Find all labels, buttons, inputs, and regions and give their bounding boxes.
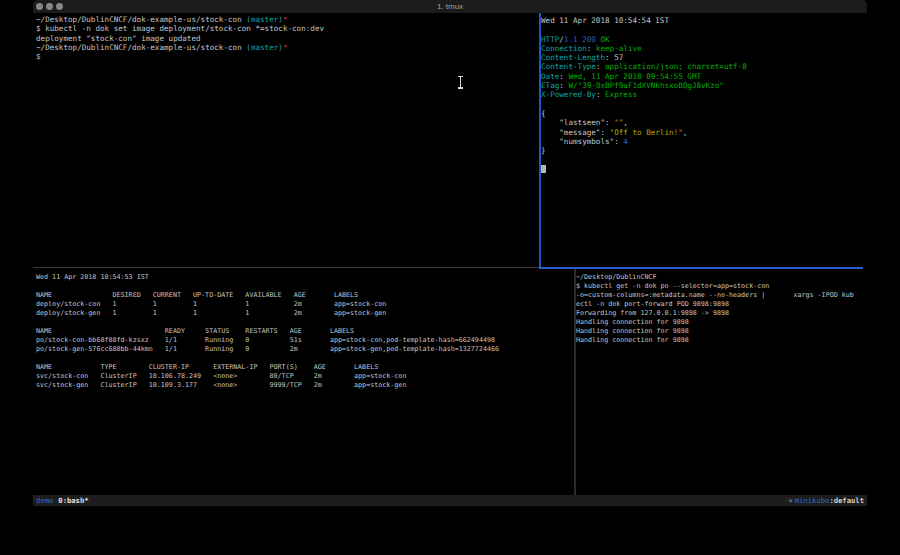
pane-border-horizontal-left[interactable] <box>33 267 539 268</box>
terminal-line: "message": "Off to Berlin!", <box>541 128 747 137</box>
terminal-line <box>541 155 747 164</box>
status-left: demo 0:bash* <box>36 496 89 505</box>
terminal-line: svc/stock-con ClusterIP 10.106.78.249 <n… <box>36 372 499 381</box>
terminal-line: "numsymbols": 4 <box>541 137 747 146</box>
terminal-line: ~/Desktop/DublinCNCF <box>576 273 854 282</box>
kube-context: minikube <box>795 496 830 505</box>
terminal-line: ~/Desktop/DublinCNCF/dok-example-us/stoc… <box>36 43 324 52</box>
terminal-line: Content-Type: application/json; charset=… <box>541 62 747 71</box>
terminal-line: Connection: keep-alive <box>541 44 747 53</box>
terminal-line: X-Powered-By: Express <box>541 90 747 99</box>
pane-border-vertical-top[interactable] <box>539 13 541 267</box>
zoom-button[interactable] <box>56 3 63 10</box>
window-titlebar[interactable]: 1. tmux <box>33 0 867 13</box>
terminal-line: NAME DESIRED CURRENT UP-TO-DATE AVAILABL… <box>36 291 499 300</box>
terminal-line: ectl -n dok port-forward POD 9898:9898 <box>576 300 854 309</box>
terminal-line: po/stock-gen-576cc688bb-44kmn 1/1 Runnin… <box>36 345 499 354</box>
pane-bottom-left[interactable]: Wed 11 Apr 2018 10:54:53 IST NAME DESIRE… <box>36 273 499 390</box>
terminal-line: } <box>541 146 747 155</box>
terminal-line: Wed 11 Apr 2018 10:54:53 IST <box>36 273 499 282</box>
close-button[interactable] <box>36 3 43 10</box>
pane-border-vertical-bottom[interactable] <box>574 269 576 495</box>
pane-top-left[interactable]: ~/Desktop/DublinCNCF/dok-example-us/stoc… <box>36 15 324 61</box>
terminal-line <box>36 354 499 363</box>
terminal-line: Handling connection for 9898 <box>576 318 854 327</box>
minimize-button[interactable] <box>46 3 53 10</box>
helm-wheel-icon: ⎈ <box>788 496 792 505</box>
traffic-lights <box>36 3 63 10</box>
terminal-line: Handling connection for 9898 <box>576 336 854 345</box>
pane-border-horizontal-right-active[interactable] <box>539 267 863 269</box>
kube-namespace: :default <box>829 496 864 505</box>
terminal-window: 1. tmux ~/Desktop/DublinCNCF/dok-example… <box>33 0 867 506</box>
status-right: ⎈minikube:default <box>788 496 864 505</box>
terminal-line: NAME READY STATUS RESTARTS AGE LABELS <box>36 327 499 336</box>
terminal-line <box>36 282 499 291</box>
terminal-line: svc/stock-gen ClusterIP 10.109.3.177 <no… <box>36 381 499 390</box>
terminal-line <box>541 165 747 174</box>
terminal-line: deploy/stock-con 1 1 1 1 2m app=stock-co… <box>36 300 499 309</box>
terminal-line: Forwarding from 127.0.0.1:9898 -> 9898 <box>576 309 854 318</box>
terminal-line: Content-Length: 57 <box>541 53 747 62</box>
session-name: demo <box>36 496 53 505</box>
terminal-line: Handling connection for 9898 <box>576 327 854 336</box>
terminal-line: Wed 11 Apr 2018 10:54:54 IST <box>541 16 747 25</box>
terminal-line: ~/Desktop/DublinCNCF/dok-example-us/stoc… <box>36 15 324 24</box>
terminal-line: ETag: W/"39-0xBPf9aF1dXVNkhsxoBQgJ8vKzo" <box>541 81 747 90</box>
window-title: 1. tmux <box>33 0 867 13</box>
block-cursor <box>541 165 546 174</box>
terminal-line: HTTP/1.1 200 OK <box>541 35 747 44</box>
terminal-line: NAME TYPE CLUSTER-IP EXTERNAL-IP PORT(S)… <box>36 363 499 372</box>
terminal-line: $ <box>36 52 324 61</box>
terminal-line: $ kubectl get -n dok po --selector=app=s… <box>576 282 854 291</box>
terminal-line: deploy/stock-gen 1 1 1 1 2m app=stock-ge… <box>36 309 499 318</box>
terminal-line <box>36 318 499 327</box>
terminal-line: "lastseen": "", <box>541 118 747 127</box>
terminal-line: { <box>541 109 747 118</box>
terminal-line <box>541 25 747 34</box>
tmux-status-bar: demo 0:bash* ⎈minikube:default <box>33 495 867 506</box>
terminal-line: Date: Wed, 11 Apr 2018 09:54:55 GMT <box>541 72 747 81</box>
terminal-line: $ kubectl -n dok set image deployment/st… <box>36 24 324 33</box>
mouse-ibeam-cursor <box>458 76 463 89</box>
terminal-line <box>541 100 747 109</box>
terminal-line: deployment "stock-con" image updated <box>36 34 324 43</box>
tmux-terminal: ~/Desktop/DublinCNCF/dok-example-us/stoc… <box>33 13 867 495</box>
terminal-line: -o=custom-columns=:metadata.name --no-he… <box>576 291 854 300</box>
terminal-line: po/stock-con-bb68f88fd-kzsxz 1/1 Running… <box>36 336 499 345</box>
window-tab-bash[interactable]: 0:bash* <box>58 496 88 505</box>
pane-top-right-active[interactable]: Wed 11 Apr 2018 10:54:54 IST HTTP/1.1 20… <box>541 16 747 174</box>
pane-bottom-right[interactable]: ~/Desktop/DublinCNCF$ kubectl get -n dok… <box>576 273 854 345</box>
